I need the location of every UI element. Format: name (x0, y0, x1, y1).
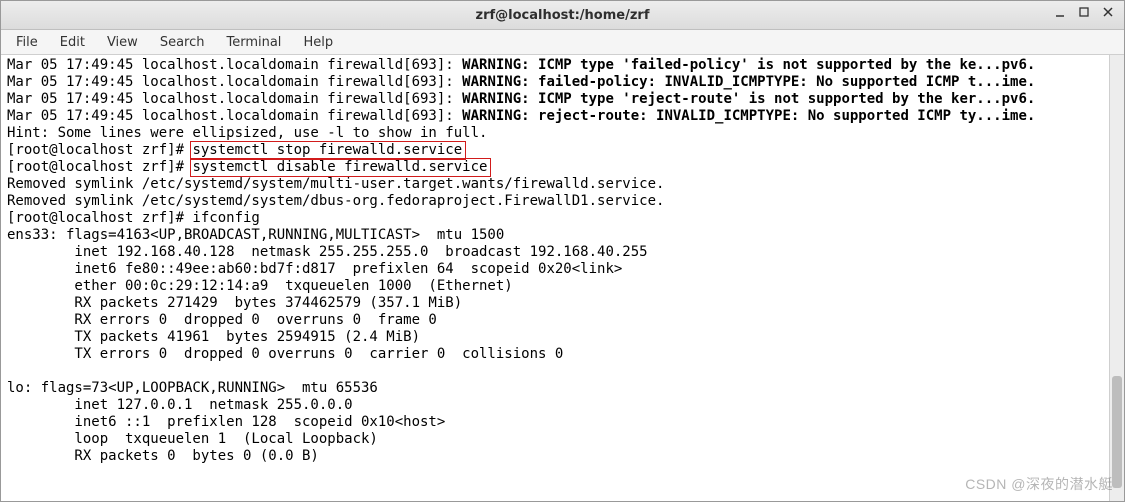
terminal-content[interactable]: Mar 05 17:49:45 localhost.localdomain fi… (1, 55, 1124, 501)
window-controls (1048, 3, 1120, 25)
prompt: [root@localhost zrf]# (7, 159, 192, 175)
log-line: Mar 05 17:49:45 localhost.localdomain fi… (7, 74, 462, 90)
terminal-window: zrf@localhost:/home/zrf File Edit View S… (0, 0, 1125, 502)
menu-view[interactable]: View (96, 30, 149, 54)
menubar: File Edit View Search Terminal Help (1, 30, 1124, 55)
menu-terminal[interactable]: Terminal (215, 30, 292, 54)
menu-edit[interactable]: Edit (49, 30, 96, 54)
close-button[interactable] (1096, 3, 1120, 25)
ifconfig-line: ether 00:0c:29:12:14:a9 txqueuelen 1000 … (7, 278, 513, 294)
ifconfig-line: ens33: flags=4163<UP,BROADCAST,RUNNING,M… (7, 227, 504, 243)
output-line: Removed symlink /etc/systemd/system/dbus… (7, 193, 664, 209)
ifconfig-line: inet 127.0.0.1 netmask 255.0.0.0 (7, 397, 353, 413)
maximize-button[interactable] (1072, 3, 1096, 25)
ifconfig-line: loop txqueuelen 1 (Local Loopback) (7, 431, 378, 447)
output-line: Removed symlink /etc/systemd/system/mult… (7, 176, 664, 192)
log-warning: WARNING: failed-policy: INVALID_ICMPTYPE… (462, 74, 1035, 90)
ifconfig-line: RX errors 0 dropped 0 overruns 0 frame 0 (7, 312, 437, 328)
menu-file[interactable]: File (5, 30, 49, 54)
menu-search[interactable]: Search (149, 30, 216, 54)
command-disable-firewalld: systemctl disable firewalld.service (192, 159, 487, 175)
ifconfig-line: lo: flags=73<UP,LOOPBACK,RUNNING> mtu 65… (7, 380, 378, 396)
ifconfig-line: RX packets 0 bytes 0 (0.0 B) (7, 448, 319, 464)
vertical-scrollbar[interactable] (1109, 55, 1124, 501)
minimize-button[interactable] (1048, 3, 1072, 25)
ifconfig-line: inet6 fe80::49ee:ab60:bd7f:d817 prefixle… (7, 261, 622, 277)
ifconfig-line: inet 192.168.40.128 netmask 255.255.255.… (7, 244, 648, 260)
maximize-icon (1078, 6, 1090, 22)
titlebar[interactable]: zrf@localhost:/home/zrf (1, 1, 1124, 30)
prompt-line: [root@localhost zrf]# ifconfig (7, 210, 260, 226)
window-title: zrf@localhost:/home/zrf (476, 8, 650, 23)
ifconfig-line: RX packets 271429 bytes 374462579 (357.1… (7, 295, 462, 311)
log-line: Mar 05 17:49:45 localhost.localdomain fi… (7, 57, 462, 73)
hint-line: Hint: Some lines were ellipsized, use -l… (7, 125, 487, 141)
terminal-area[interactable]: Mar 05 17:49:45 localhost.localdomain fi… (1, 55, 1124, 501)
command-stop-firewalld: systemctl stop firewalld.service (192, 142, 462, 158)
log-warning: WARNING: ICMP type 'failed-policy' is no… (462, 57, 1035, 73)
menu-help[interactable]: Help (292, 30, 344, 54)
ifconfig-line: TX errors 0 dropped 0 overruns 0 carrier… (7, 346, 563, 362)
prompt: [root@localhost zrf]# (7, 142, 192, 158)
log-line: Mar 05 17:49:45 localhost.localdomain fi… (7, 108, 462, 124)
log-warning: WARNING: reject-route: INVALID_ICMPTYPE:… (462, 108, 1035, 124)
ifconfig-line: TX packets 41961 bytes 2594915 (2.4 MiB) (7, 329, 420, 345)
close-icon (1102, 6, 1114, 22)
minimize-icon (1054, 6, 1066, 22)
log-line: Mar 05 17:49:45 localhost.localdomain fi… (7, 91, 462, 107)
ifconfig-line: inet6 ::1 prefixlen 128 scopeid 0x10<hos… (7, 414, 445, 430)
log-warning: WARNING: ICMP type 'reject-route' is not… (462, 91, 1035, 107)
scroll-thumb[interactable] (1112, 376, 1122, 488)
